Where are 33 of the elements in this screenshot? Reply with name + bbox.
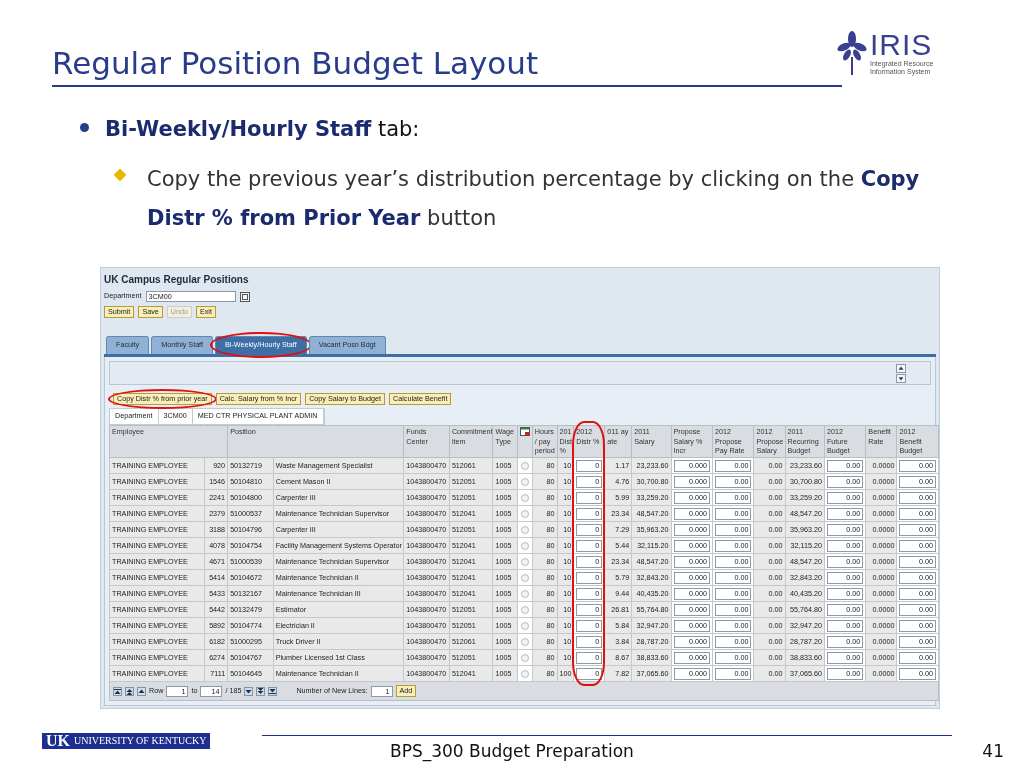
radio-button[interactable] [521,493,529,502]
page-heading: UK Campus Regular Positions [104,273,250,288]
bullet-icon [113,168,127,181]
slide-title: Regular Position Budget Layout [52,46,539,81]
page-down-icon[interactable] [257,687,265,695]
bullet-text: Copy the previous year’s distribution percentage by clicking on the Copy Distr % from Prior Year button [147,165,921,233]
radio-button[interactable] [521,621,529,630]
university-logo: UK UNIVERSITY OF KENTUCKY [42,733,211,749]
radio-button[interactable] [521,605,529,614]
page-up-icon[interactable] [126,687,133,695]
radio-button[interactable] [521,461,529,470]
radio-button[interactable] [521,653,529,662]
radio-button[interactable] [521,541,529,550]
bullet-icon [80,123,89,132]
radio-button[interactable] [521,477,529,486]
radio-button[interactable] [521,637,529,646]
bullet-text: Bi-Weekly/Hourly Staff tab: [105,116,420,143]
last-page-icon[interactable] [269,687,277,695]
page-number: 41 [982,740,1004,763]
up-arrow-icon[interactable] [138,687,145,695]
radio-button[interactable] [521,557,529,566]
radio-button[interactable] [521,589,529,598]
radio-button[interactable] [521,669,529,678]
footer-text: BPS_300 Budget Preparation [390,740,634,764]
radio-button[interactable] [521,509,529,518]
first-page-icon[interactable] [114,687,121,695]
flower-icon [837,31,867,76]
radio-button[interactable] [521,573,529,582]
down-arrow-icon[interactable] [245,687,253,695]
table-settings-icon[interactable] [520,427,531,437]
logo-text: IRIS [870,30,934,60]
value-help-icon[interactable] [239,291,250,302]
radio-button[interactable] [521,525,529,534]
